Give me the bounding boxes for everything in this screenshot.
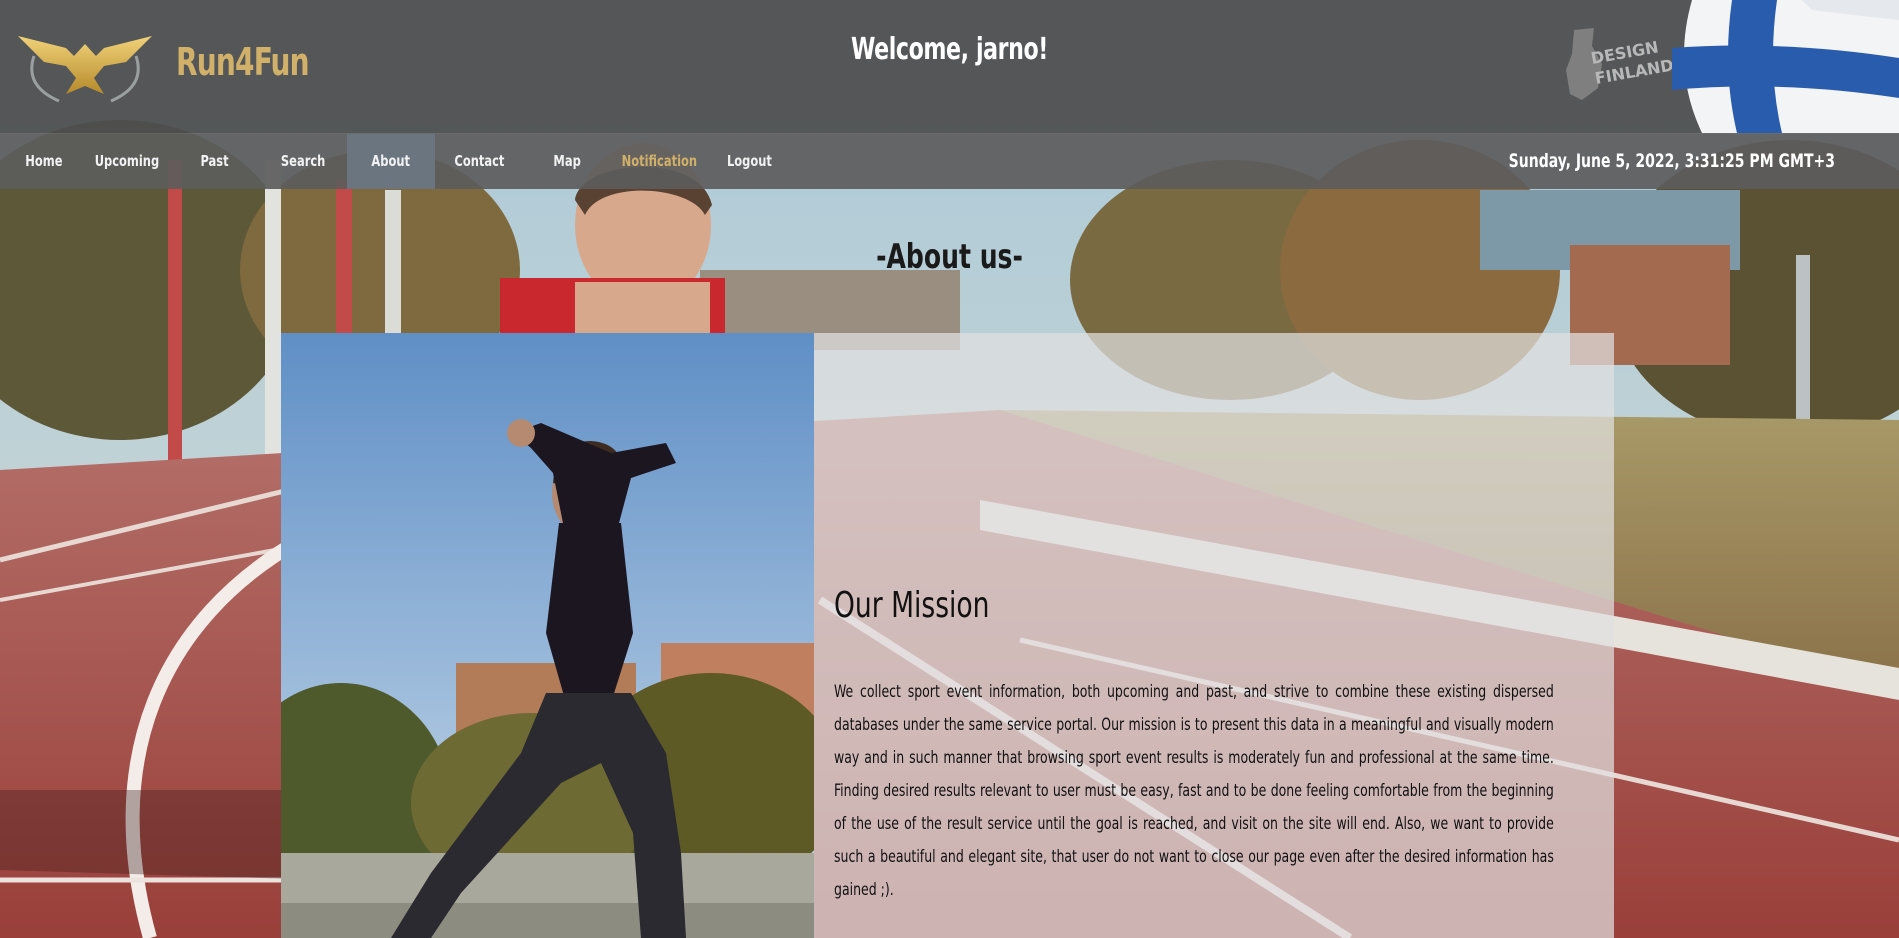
current-datetime: Sunday, June 5, 2022, 3:31:25 PM GMT+3 bbox=[1508, 150, 1835, 172]
nav-contact-label: Contact bbox=[454, 152, 504, 170]
nav-map-label: Map bbox=[553, 152, 581, 170]
finland-flag-icon bbox=[1672, 0, 1899, 133]
nav-notification-label: Notification bbox=[621, 152, 698, 170]
nav-upcoming[interactable]: Upcoming bbox=[83, 134, 171, 189]
nav-upcoming-label: Upcoming bbox=[94, 152, 160, 170]
athlete-stretching-photo bbox=[281, 333, 814, 938]
nav-home[interactable]: Home bbox=[0, 134, 88, 189]
nav-logout[interactable]: Logout bbox=[705, 134, 793, 189]
nav-past[interactable]: Past bbox=[171, 134, 259, 189]
nav-contact[interactable]: Contact bbox=[435, 134, 523, 189]
nav-search[interactable]: Search bbox=[259, 134, 347, 189]
mission-paragraph: We collect sport event information, both… bbox=[834, 682, 1554, 900]
golden-eagle-icon[interactable] bbox=[14, 26, 156, 106]
nav-notification[interactable]: Notification bbox=[615, 134, 703, 189]
main-nav: Home Upcoming Past Search About Contact … bbox=[0, 133, 1899, 189]
welcome-message: Welcome, jarno! bbox=[850, 32, 1048, 67]
mission-card: Our Mission We collect sport event infor… bbox=[281, 333, 1614, 938]
site-header: Run4Fun Welcome, jarno! DESIGN FINLAND bbox=[0, 0, 1899, 133]
mission-heading: Our Mission bbox=[834, 584, 990, 626]
nav-logout-label: Logout bbox=[726, 152, 772, 170]
nav-past-label: Past bbox=[200, 152, 230, 170]
mission-text-panel: Our Mission We collect sport event infor… bbox=[814, 333, 1614, 938]
nav-map[interactable]: Map bbox=[523, 134, 611, 189]
design-finland-badge: DESIGN FINLAND bbox=[1552, 24, 1675, 104]
page-title: -About us- bbox=[876, 237, 1023, 277]
nav-about-label: About bbox=[371, 152, 411, 170]
nav-home-label: Home bbox=[25, 152, 63, 170]
nav-about[interactable]: About bbox=[347, 134, 435, 189]
nav-search-label: Search bbox=[280, 152, 326, 170]
